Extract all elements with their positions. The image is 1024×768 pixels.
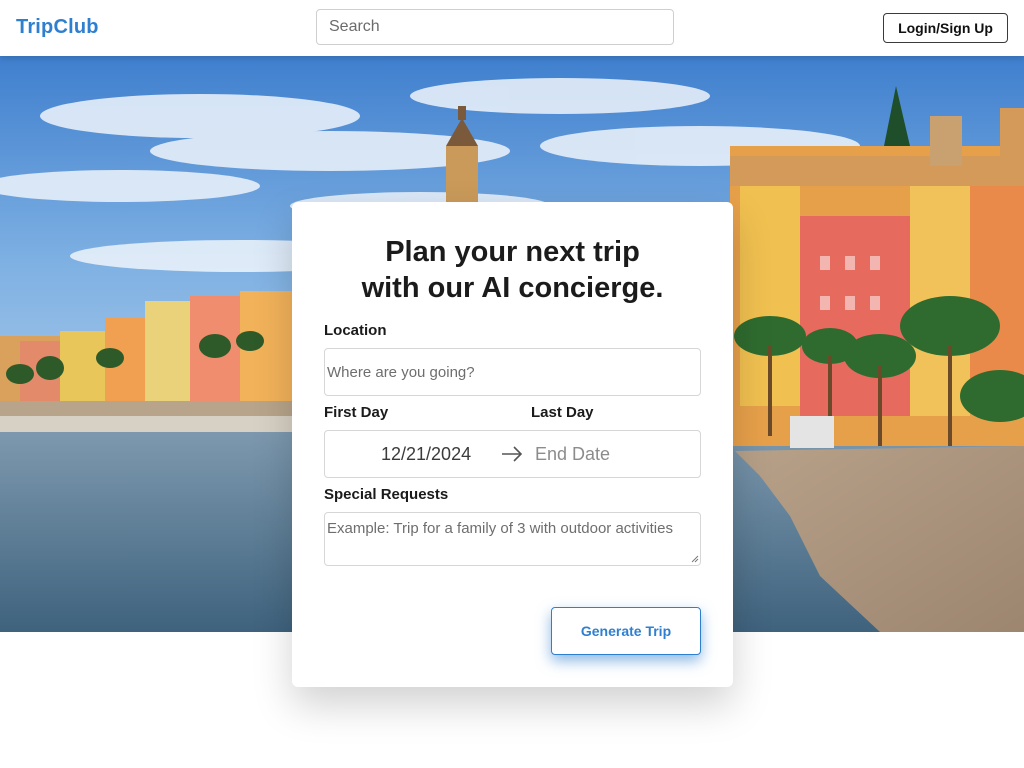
date-range-picker[interactable]: 12/21/2024 End Date <box>324 430 701 478</box>
brand-logo[interactable]: TripClub <box>16 16 99 39</box>
arrow-right-icon <box>502 446 523 462</box>
last-day-label: Last Day <box>531 404 594 421</box>
start-date-value[interactable]: 12/21/2024 <box>381 444 471 465</box>
special-requests-label: Special Requests <box>324 486 449 503</box>
generate-trip-button[interactable]: Generate Trip <box>551 607 701 655</box>
planner-title-line2: with our AI concierge. <box>361 272 664 304</box>
resize-handle-icon[interactable] <box>691 555 699 563</box>
search-input[interactable] <box>316 9 674 45</box>
location-input[interactable] <box>324 348 701 396</box>
special-requests-textarea[interactable] <box>324 512 701 566</box>
trip-planner-card: Plan your next trip with our AI concierg… <box>292 202 733 687</box>
end-date-placeholder[interactable]: End Date <box>535 444 610 465</box>
login-signup-button[interactable]: Login/Sign Up <box>883 13 1008 43</box>
top-nav: TripClub Login/Sign Up <box>0 0 1024 56</box>
planner-title-line1: Plan your next trip <box>385 236 640 268</box>
planner-title: Plan your next trip with our AI concierg… <box>292 234 733 306</box>
first-day-label: First Day <box>324 404 389 421</box>
location-label: Location <box>324 322 387 339</box>
